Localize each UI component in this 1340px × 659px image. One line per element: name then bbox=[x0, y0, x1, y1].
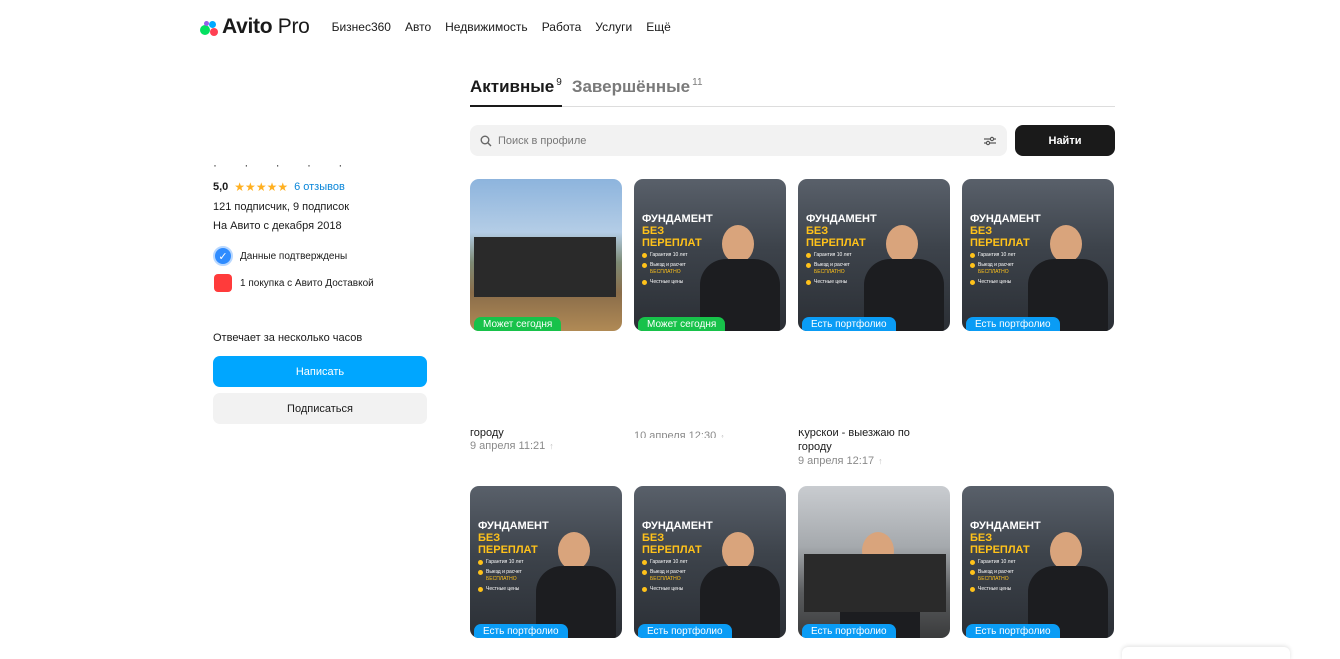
subscribe-button[interactable]: Подписаться bbox=[213, 393, 427, 424]
listing-card[interactable]: ФУНДАМЕНТ БЕЗ ПЕРЕПЛАТ Гарантия 10 лет Вы… bbox=[962, 486, 1114, 638]
rating-row: 5,0 ★★★★★ 6 отзывов bbox=[213, 180, 427, 194]
arrow-up-icon: ↑ bbox=[549, 441, 554, 451]
main-nav: Бизнес360 Авто Недвижимость Работа Услуг… bbox=[332, 20, 671, 34]
nav-item-more[interactable]: Ещё bbox=[646, 20, 671, 34]
rating-score: 5,0 bbox=[213, 181, 229, 193]
tab-active[interactable]: Активные 9 bbox=[470, 74, 562, 107]
listing-card[interactable]: ФУНДАМЕНТ БЕЗ ПЕРЕПЛАТ Гарантия 10 лет Вы… bbox=[634, 486, 786, 638]
redacted-area bbox=[804, 554, 946, 612]
profile-sidebar: · · · · · 5,0 ★★★★★ 6 отзывов 121 подпис… bbox=[213, 158, 427, 424]
member-since: На Авито с декабря 2018 bbox=[213, 220, 342, 232]
avito-pro-logo[interactable]: Avito Pro bbox=[200, 15, 310, 39]
tab-completed[interactable]: Завершённые 11 bbox=[572, 74, 703, 107]
promo-text: ФУНДАМЕНТ БЕЗ ПЕРЕПЛАТ Гарантия 10 лет Вы… bbox=[806, 213, 886, 286]
listing-card[interactable]: ФУНДАМЕНТ БЕЗ ПЕРЕПЛАТ Гарантия 10 лет Вы… bbox=[798, 179, 950, 331]
nav-item-jobs[interactable]: Работа bbox=[542, 20, 582, 34]
status-badge: Есть портфолио bbox=[638, 624, 732, 638]
status-badge: Может сегодня bbox=[638, 317, 726, 331]
rating-stars-icon: ★★★★★ bbox=[234, 180, 289, 194]
promo-text: ФУНДАМЕНТ БЕЗ ПЕРЕПЛАТ Гарантия 10 лет Вы… bbox=[642, 213, 722, 286]
status-badge: Есть портфолио bbox=[474, 624, 568, 638]
delivery-label: 1 покупка с Авито Доставкой bbox=[240, 277, 374, 289]
redacted-area bbox=[474, 237, 616, 297]
reply-time: Отвечает за несколько часов bbox=[213, 332, 363, 344]
status-badge: Есть портфолио bbox=[802, 317, 896, 331]
top-header: Avito Pro Бизнес360 Авто Недвижимость Ра… bbox=[200, 12, 671, 42]
logo-text: Avito Pro bbox=[222, 15, 310, 38]
listing-card[interactable]: Есть портфолио bbox=[798, 486, 950, 638]
verified-badge: ✓ Данные подтверждены bbox=[213, 246, 427, 266]
nav-item-realty[interactable]: Недвижимость bbox=[445, 20, 528, 34]
listing-title[interactable]: Курской - выезжаю по bbox=[798, 430, 948, 440]
arrow-up-icon: ↑ bbox=[720, 432, 725, 438]
listing-card[interactable]: ФУНДАМЕНТ БЕЗ ПЕРЕПЛАТ Гарантия 10 лет Вы… bbox=[962, 179, 1114, 331]
write-button[interactable]: Написать bbox=[213, 356, 427, 387]
status-badge: Есть портфолио bbox=[966, 317, 1060, 331]
profile-search-bar bbox=[470, 125, 1007, 156]
nav-item-auto[interactable]: Авто bbox=[405, 20, 431, 34]
promo-text: ФУНДАМЕНТ БЕЗ ПЕРЕПЛАТ Гарантия 10 лет Вы… bbox=[642, 520, 722, 593]
nav-item-services[interactable]: Услуги bbox=[595, 20, 632, 34]
filter-icon[interactable] bbox=[983, 135, 997, 147]
verified-check-icon: ✓ bbox=[213, 246, 233, 266]
find-button[interactable]: Найти bbox=[1015, 125, 1115, 156]
listing-card[interactable]: Может сегодня bbox=[470, 179, 622, 331]
reviews-link[interactable]: 6 отзывов bbox=[294, 181, 345, 193]
listing-title[interactable]: городу bbox=[470, 430, 620, 440]
avito-logo-icon bbox=[200, 18, 218, 36]
nav-item-business360[interactable]: Бизнес360 bbox=[332, 20, 391, 34]
listing-title-line2[interactable]: городу bbox=[798, 440, 832, 454]
floating-panel[interactable] bbox=[1122, 647, 1290, 659]
listing-card[interactable]: ФУНДАМЕНТ БЕЗ ПЕРЕПЛАТ Гарантия 10 лет Вы… bbox=[634, 179, 786, 331]
promo-text: ФУНДАМЕНТ БЕЗ ПЕРЕПЛАТ Гарантия 10 лет Вы… bbox=[970, 520, 1050, 593]
listing-tabs: Активные 9 Завершённые 11 bbox=[470, 74, 1115, 107]
arrow-up-icon: ↑ bbox=[878, 456, 883, 466]
listing-date: 9 апреля 11:21 ↑ bbox=[470, 440, 554, 452]
delivery-badge: 1 покупка с Авито Доставкой bbox=[213, 274, 427, 292]
delivery-box-icon bbox=[214, 274, 232, 292]
status-badge: Есть портфолио bbox=[966, 624, 1060, 638]
verified-label: Данные подтверждены bbox=[240, 250, 348, 262]
listing-card[interactable]: ФУНДАМЕНТ БЕЗ ПЕРЕПЛАТ Гарантия 10 лет Вы… bbox=[470, 486, 622, 638]
listing-date: 9 апреля 12:17 ↑ bbox=[798, 455, 883, 467]
status-badge: Может сегодня bbox=[474, 317, 562, 331]
status-badge: Есть портфолио bbox=[802, 624, 896, 638]
promo-text: ФУНДАМЕНТ БЕЗ ПЕРЕПЛАТ Гарантия 10 лет Вы… bbox=[970, 213, 1050, 286]
profile-name-masked: · · · · · bbox=[213, 158, 355, 172]
followers-count[interactable]: 121 подписчик, 9 подписок bbox=[213, 201, 427, 213]
promo-text: ФУНДАМЕНТ БЕЗ ПЕРЕПЛАТ Гарантия 10 лет Вы… bbox=[478, 520, 558, 593]
listing-date: 10 апреля 12:30 ↑ bbox=[634, 430, 725, 438]
search-icon bbox=[480, 135, 492, 146]
search-input[interactable] bbox=[498, 134, 983, 147]
